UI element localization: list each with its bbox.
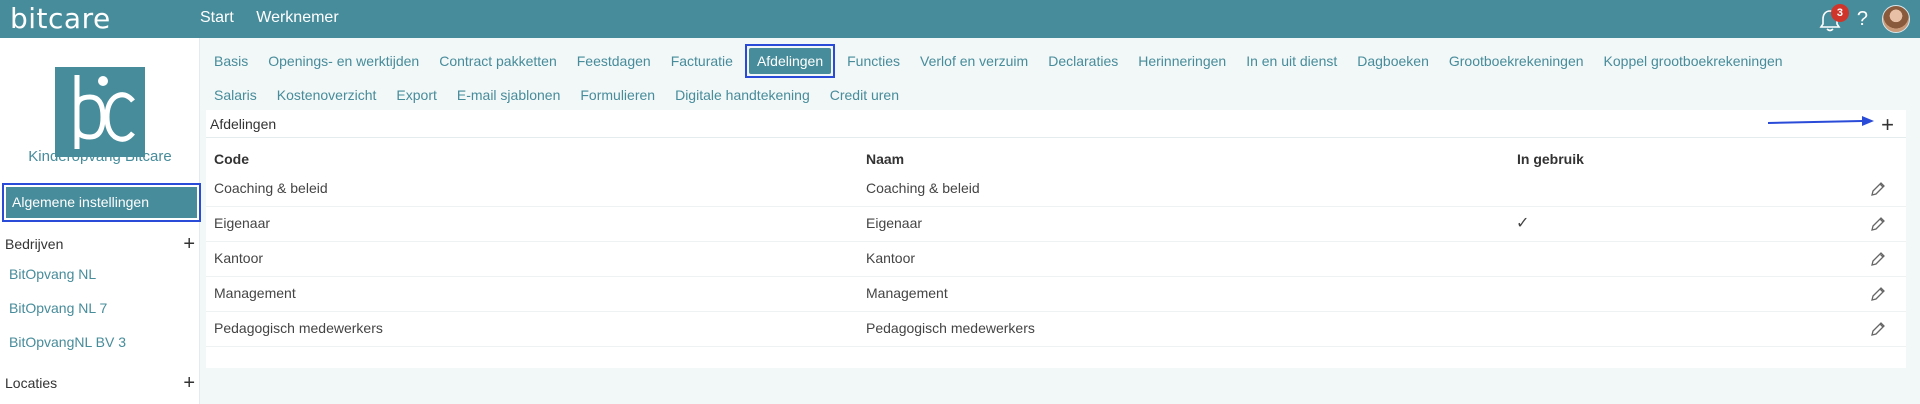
tab-verlof-en-verzuim[interactable]: Verlof en verzuim — [920, 53, 1028, 69]
table-row[interactable]: Management Management — [206, 277, 1906, 312]
companies-header: Bedrijven + — [5, 234, 195, 254]
column-code[interactable]: Code — [214, 151, 249, 167]
tab-in-en-uit-dienst[interactable]: In en uit dienst — [1246, 53, 1337, 69]
add-company-button[interactable]: + — [183, 234, 195, 254]
tab-contract-pakketten[interactable]: Contract pakketten — [439, 53, 557, 69]
nav-werknemer[interactable]: Werknemer — [256, 9, 338, 26]
edit-pencil-icon[interactable] — [1868, 319, 1888, 339]
tab-facturatie[interactable]: Facturatie — [671, 53, 733, 69]
top-right-actions: 3 ? — [1819, 4, 1910, 34]
tab-formulieren[interactable]: Formulieren — [580, 87, 655, 103]
edit-pencil-icon[interactable] — [1868, 179, 1888, 199]
edit-pencil-icon[interactable] — [1868, 284, 1888, 304]
top-bar: bitcare Start Werknemer 3 ? — [0, 0, 1920, 38]
sidebar: Kinderopvang Bitcare Algemene instelling… — [0, 38, 201, 404]
settings-tabs: Basis Openings- en werktijden Contract p… — [206, 44, 1906, 112]
notifications-button[interactable]: 3 — [1819, 4, 1849, 32]
tab-basis[interactable]: Basis — [214, 53, 248, 69]
sidebar-company-bitopvangnl-bv-3[interactable]: BitOpvangNL BV 3 — [9, 334, 126, 350]
cell-naam: Pedagogisch medewerkers — [866, 320, 1035, 336]
column-in-gebruik[interactable]: In gebruik — [1517, 151, 1584, 167]
tab-functies[interactable]: Functies — [847, 53, 900, 69]
table-header: Code Naam In gebruik — [206, 151, 1906, 171]
cell-code: Management — [214, 285, 296, 301]
table-row[interactable]: Pedagogisch medewerkers Pedagogisch mede… — [206, 312, 1906, 347]
cell-code: Eigenaar — [214, 215, 271, 231]
bitcare-logo[interactable]: bitcare — [10, 2, 111, 35]
tab-digitale-handtekening[interactable]: Digitale handtekening — [675, 87, 810, 103]
cell-code: Pedagogisch medewerkers — [214, 320, 383, 336]
nav-start[interactable]: Start — [200, 9, 234, 26]
locations-label: Locaties — [5, 375, 58, 391]
column-naam[interactable]: Naam — [866, 151, 904, 167]
add-afdeling-button[interactable]: + — [1881, 112, 1894, 138]
tab-grootboekrekeningen[interactable]: Grootboekrekeningen — [1449, 53, 1584, 69]
cell-naam: Coaching & beleid — [866, 180, 980, 196]
sidebar-item-algemene-instellingen[interactable]: Algemene instellingen — [2, 183, 201, 222]
tab-koppel-grootboekrekeningen[interactable]: Koppel grootboekrekeningen — [1604, 53, 1783, 69]
edit-pencil-icon[interactable] — [1868, 214, 1888, 234]
tab-afdelingen[interactable]: Afdelingen — [744, 44, 836, 78]
cell-naam: Kantoor — [866, 250, 916, 266]
user-avatar[interactable] — [1882, 5, 1910, 33]
table-row[interactable]: Coaching & beleid Coaching & beleid — [206, 172, 1906, 207]
panel-divider — [206, 137, 1906, 138]
panel-title: Afdelingen — [210, 116, 277, 132]
tab-credit-uren[interactable]: Credit uren — [830, 87, 899, 103]
help-icon[interactable]: ? — [1857, 8, 1868, 31]
cell-code: Kantoor — [214, 250, 264, 266]
tab-kostenoverzicht[interactable]: Kostenoverzicht — [277, 87, 377, 103]
tab-dagboeken[interactable]: Dagboeken — [1357, 53, 1429, 69]
notification-badge: 3 — [1830, 4, 1849, 22]
cell-naam: Management — [866, 285, 948, 301]
tab-salaris[interactable]: Salaris — [214, 87, 257, 103]
tab-row-1: Basis Openings- en werktijden Contract p… — [206, 44, 1906, 78]
cell-code: Coaching & beleid — [214, 180, 328, 196]
table-row[interactable]: Eigenaar Eigenaar ✓ — [206, 207, 1906, 242]
arrow-annotation-icon — [1767, 116, 1874, 126]
edit-pencil-icon[interactable] — [1868, 249, 1888, 269]
cell-naam: Eigenaar — [866, 215, 923, 231]
tab-afdelingen-label: Afdelingen — [748, 48, 832, 74]
tab-declaraties[interactable]: Declaraties — [1048, 53, 1118, 69]
sidebar-company-bitopvang-nl[interactable]: BitOpvang NL — [9, 266, 96, 282]
afdelingen-panel: Afdelingen + Code Naam In gebruik Coachi… — [206, 110, 1906, 368]
organization-name[interactable]: Kinderopvang Bitcare — [0, 148, 200, 165]
tab-herinneringen[interactable]: Herinneringen — [1138, 53, 1226, 69]
tab-feestdagen[interactable]: Feestdagen — [577, 53, 651, 69]
cell-in-gebruik: ✓ — [1516, 215, 1530, 232]
companies-label: Bedrijven — [5, 236, 64, 252]
table-row[interactable]: Kantoor Kantoor — [206, 242, 1906, 277]
tab-openings-en-werktijden[interactable]: Openings- en werktijden — [268, 53, 419, 69]
sidebar-item-label: Algemene instellingen — [6, 187, 197, 218]
locations-header: Locaties + — [5, 373, 195, 393]
tab-email-sjablonen[interactable]: E-mail sjablonen — [457, 87, 561, 103]
tab-export[interactable]: Export — [396, 87, 436, 103]
bc-logo-icon — [55, 67, 145, 157]
top-nav: Start Werknemer — [200, 9, 357, 27]
tab-row-2: Salaris Kostenoverzicht Export E-mail sj… — [206, 78, 1906, 112]
sidebar-company-bitopvang-nl-7[interactable]: BitOpvang NL 7 — [9, 300, 107, 316]
add-location-button[interactable]: + — [183, 373, 195, 393]
